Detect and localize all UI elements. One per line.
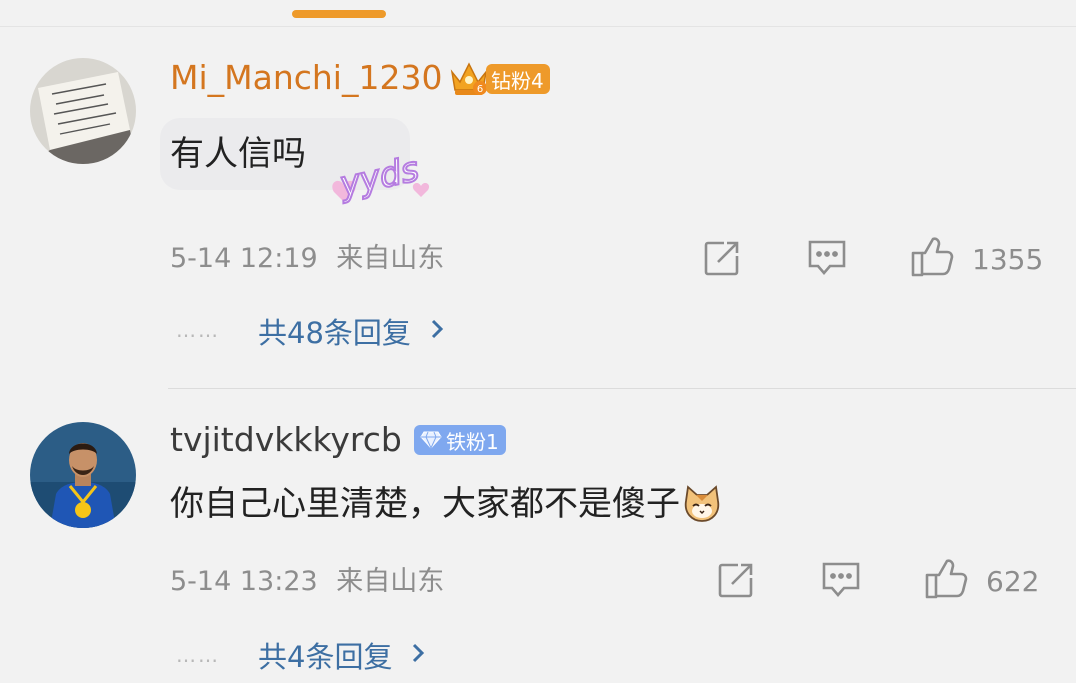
fan-badge[interactable]: 铁粉1 xyxy=(414,425,506,455)
comment-meta: 5-14 12:19 来自山东 xyxy=(170,242,444,276)
replies-label: 共4条回复 xyxy=(258,640,393,674)
username[interactable]: tvjitdvkkkyrcb xyxy=(170,420,402,460)
comment-button[interactable] xyxy=(806,238,848,282)
avatar[interactable] xyxy=(30,58,136,164)
fan-badge[interactable]: 钻粉4 xyxy=(486,64,550,94)
badge-label: 钻粉4 xyxy=(491,68,544,93)
reply-dots: …… xyxy=(176,643,220,667)
thumbs-up-icon xyxy=(910,236,954,282)
badge-label: 铁粉1 xyxy=(446,429,499,454)
view-replies-link[interactable]: 共4条回复 xyxy=(258,634,426,676)
comment-text: 有人信吗 xyxy=(170,134,306,174)
comment-text-body: 你自己心里清楚，大家都不是傻子 xyxy=(170,484,680,524)
chevron-right-icon xyxy=(429,314,445,348)
reply-dots: …… xyxy=(176,318,220,342)
like-count: 1355 xyxy=(972,242,1044,276)
share-icon xyxy=(716,560,756,604)
comment-time: 5-14 13:23 xyxy=(170,566,318,597)
share-button[interactable] xyxy=(716,560,756,604)
comment-icon xyxy=(806,238,848,282)
comment-divider xyxy=(168,388,1076,389)
comment-time: 5-14 12:19 xyxy=(170,243,318,274)
chevron-right-icon xyxy=(410,638,426,672)
like-button[interactable]: 622 xyxy=(924,558,1039,604)
diamond-icon xyxy=(420,430,442,450)
replies-label: 共48条回复 xyxy=(258,316,411,350)
username[interactable]: Mi_Manchi_1230 xyxy=(170,58,442,98)
like-count: 622 xyxy=(986,564,1040,598)
comment-text: 你自己心里清楚，大家都不是傻子 xyxy=(170,482,722,526)
avatar[interactable] xyxy=(30,422,136,528)
comment-icon xyxy=(820,560,862,604)
comment-location: 来自山东 xyxy=(336,243,445,274)
thumbs-up-icon xyxy=(924,558,968,604)
view-replies-link[interactable]: 共48条回复 xyxy=(258,310,445,352)
share-button[interactable] xyxy=(702,238,742,282)
like-button[interactable]: 1355 xyxy=(910,236,1043,282)
svg-text:6: 6 xyxy=(477,84,483,95)
share-icon xyxy=(702,238,742,282)
comment-meta: 5-14 13:23 来自山东 xyxy=(170,565,444,599)
sticker-text: yyds xyxy=(335,150,422,205)
yyds-sticker: yyds xyxy=(320,148,440,218)
active-tab-indicator xyxy=(292,10,386,18)
crown-icon: 6 xyxy=(448,58,490,102)
cat-emoji-icon xyxy=(682,485,722,523)
comment-location: 来自山东 xyxy=(336,566,445,597)
comment-button[interactable] xyxy=(820,560,862,604)
top-divider xyxy=(0,26,1076,27)
comment-page: Mi_Manchi_1230 6 钻粉4 有人信吗 yyds 5-14 12:1… xyxy=(0,0,1076,683)
